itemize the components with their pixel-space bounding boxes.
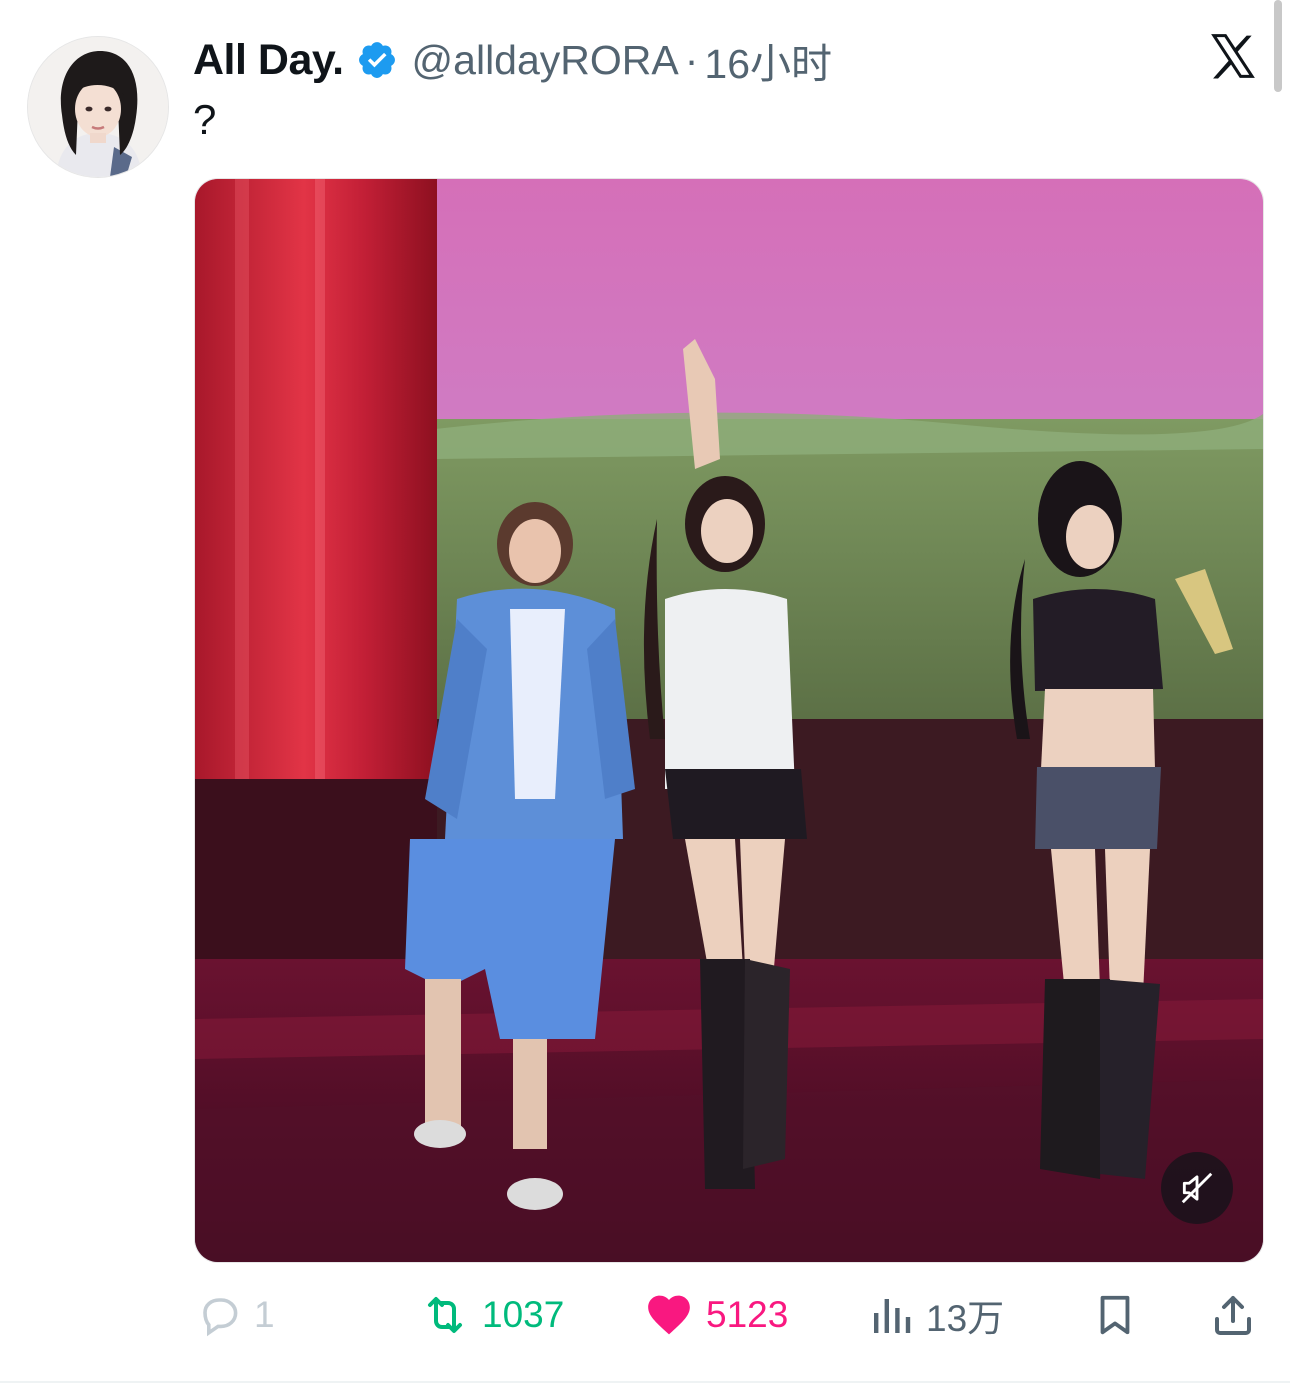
tweet-action-bar: 1 1037 5123 13万 [0,1280,1290,1350]
avatar[interactable] [27,36,169,178]
tweet-header: All Day. @alldayRORA · 16小时 [193,30,832,90]
scrollbar[interactable] [1274,0,1282,92]
user-handle[interactable]: @alldayRORA [412,37,679,84]
x-logo-icon [1206,30,1260,82]
bookmark-icon [1100,1295,1130,1335]
reply-count: 1 [254,1294,275,1335]
mute-toggle-button[interactable] [1161,1152,1233,1224]
bookmark-button[interactable] [1092,1280,1138,1350]
retweet-count: 1037 [482,1294,565,1335]
share-button[interactable] [1209,1280,1257,1350]
like-count: 5123 [706,1294,789,1335]
speaker-muted-icon [1181,1172,1213,1204]
views-bar-chart-icon [874,1299,911,1333]
tweet-video[interactable] [194,178,1264,1263]
share-upload-icon [1215,1296,1251,1335]
display-name[interactable]: All Day. [193,36,344,85]
views-button[interactable]: 13万 [868,1280,1004,1350]
reply-button[interactable]: 1 [196,1280,275,1350]
like-button[interactable]: 5123 [642,1280,788,1350]
separator-dot: · [684,36,699,83]
timestamp[interactable]: 16小时 [704,30,832,90]
verified-badge-icon [356,39,398,81]
views-count: 13万 [926,1298,1005,1339]
reply-bubble-icon [203,1298,238,1337]
retweet-icon [428,1297,462,1333]
video-frame [195,179,1263,1262]
divider [0,1381,1290,1383]
avatar-image [28,37,168,177]
tweet-text: ? [193,96,217,143]
heart-filled-icon [648,1295,690,1335]
retweet-button[interactable]: 1037 [418,1280,564,1350]
